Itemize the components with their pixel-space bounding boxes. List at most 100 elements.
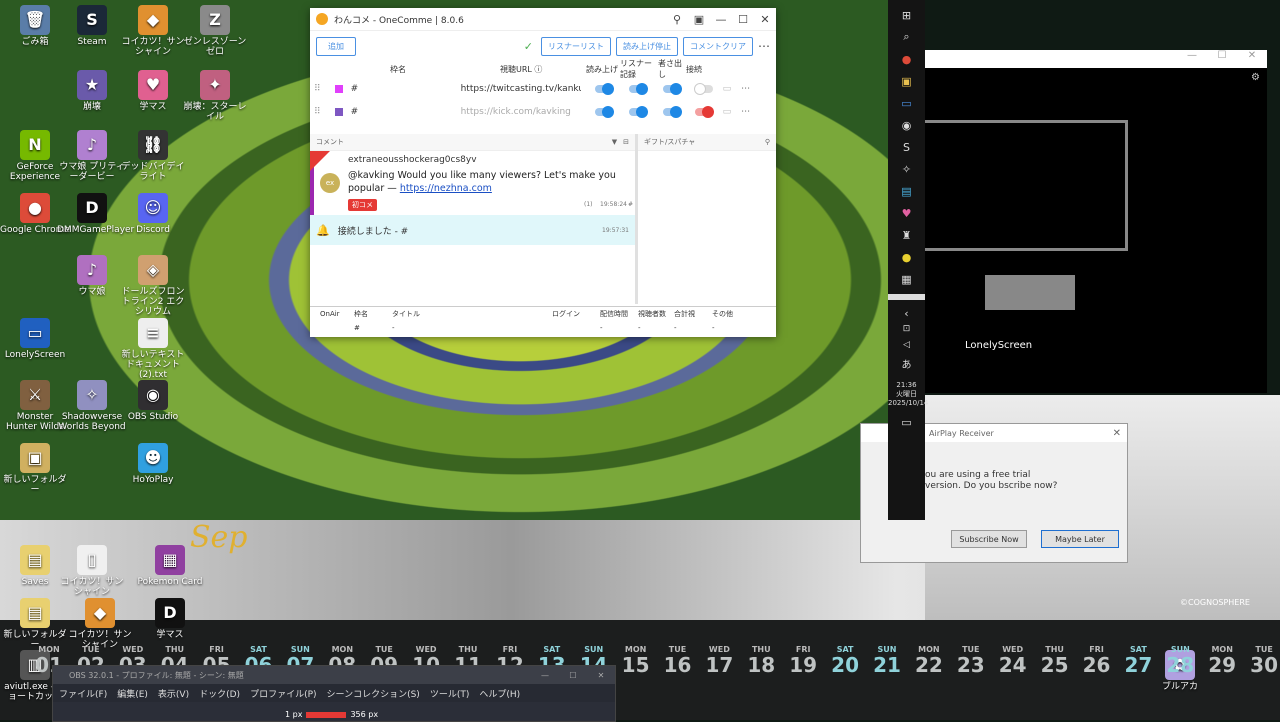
scroll-bar[interactable]: [888, 294, 925, 300]
onecomme-icon[interactable]: ●: [900, 250, 914, 264]
service-row[interactable]: ⠿ # https://kick.com/kavking ▭ ⋯: [310, 100, 776, 123]
volume-icon[interactable]: ◁: [900, 338, 914, 352]
obs-menu-item[interactable]: 表示(V): [158, 687, 189, 700]
obs-menu-item[interactable]: ドック(D): [199, 687, 240, 700]
notification-icon[interactable]: ▭: [900, 415, 914, 429]
drag-handle-icon[interactable]: ⠿: [314, 84, 321, 94]
desktop-icon[interactable]: ▦ Pokemon Card: [135, 545, 205, 587]
service-color[interactable]: [334, 84, 343, 93]
start-icon[interactable]: ⊞: [900, 8, 914, 22]
listener-toggle[interactable]: [628, 82, 648, 95]
obs-menu-item[interactable]: 編集(E): [117, 687, 148, 700]
desktop-icon[interactable]: ✧ Shadowverse Worlds Beyond: [57, 380, 127, 432]
lonelyscreen-icon[interactable]: ▭: [900, 96, 914, 110]
obs-menu-item[interactable]: ツール(T): [430, 687, 470, 700]
desktop-icon[interactable]: ▤ 新しいフォルダー: [0, 598, 70, 650]
read-toggle[interactable]: [594, 105, 614, 118]
service-color[interactable]: [334, 107, 343, 116]
more-icon[interactable]: ⋯: [741, 107, 750, 117]
comment-toggle[interactable]: [662, 82, 682, 95]
subscribe-now-button[interactable]: Subscribe Now: [951, 530, 1027, 548]
search-icon[interactable]: ⌕: [900, 30, 914, 44]
comment-icon[interactable]: ▭: [723, 84, 732, 94]
steam-icon[interactable]: S: [900, 140, 914, 154]
desktop-icon[interactable]: ♥ 学マス: [118, 70, 188, 112]
desktop-icon[interactable]: ◉ OBS Studio: [118, 380, 188, 422]
maybe-later-button[interactable]: Maybe Later: [1041, 530, 1119, 548]
minimize-button[interactable]: —: [710, 13, 732, 26]
desktop-icon[interactable]: D 学マス: [135, 598, 205, 640]
image-icon[interactable]: ▦: [900, 272, 914, 286]
desktop-icon[interactable]: D DMMGamePlayer: [57, 193, 134, 235]
desktop-icon[interactable]: ▯ コイカツ！サンシャイン: [57, 545, 127, 597]
desktop-icon[interactable]: ≡ 新しいテキストドキュメント(2).txt: [118, 318, 188, 380]
service-row[interactable]: ⠿ # https://twitcasting.tv/kanku ▭ ⋯: [310, 77, 776, 100]
desktop-icon[interactable]: S Steam: [57, 5, 127, 47]
close-button[interactable]: ✕: [1113, 428, 1121, 439]
connect-toggle[interactable]: [693, 82, 713, 95]
desktop-icon[interactable]: ◈ ドールズフロントライン2 エクシリウム: [118, 255, 188, 317]
explorer-icon[interactable]: ▣: [900, 74, 914, 88]
close-button[interactable]: ✕: [587, 671, 615, 680]
comment-toggle[interactable]: [662, 105, 682, 118]
network-icon[interactable]: ⊡: [900, 322, 914, 336]
desktop-icon[interactable]: ♪ ウマ娘 プリティーダービー: [57, 130, 127, 182]
desktop-icon[interactable]: ▭ LonelyScreen: [0, 318, 70, 360]
connect-toggle[interactable]: [694, 105, 714, 118]
more-icon[interactable]: ⋯: [741, 84, 750, 94]
maximize-button[interactable]: ☐: [732, 13, 754, 26]
ime-indicator[interactable]: あ: [888, 356, 925, 371]
comment-user[interactable]: extraneousshockerag0cs8yv: [348, 155, 477, 165]
desktop-icon[interactable]: ♪ ウマ娘: [57, 255, 127, 297]
obs-menu-item[interactable]: シーンコレクション(S): [327, 687, 420, 700]
close-button[interactable]: ✕: [1237, 50, 1267, 68]
read-toggle[interactable]: [594, 82, 614, 95]
lips-icon[interactable]: ♥: [900, 206, 914, 220]
settings-icon[interactable]: ⚙: [1251, 72, 1260, 83]
obs-menu-item[interactable]: ヘルプ(H): [479, 687, 520, 700]
maximize-button[interactable]: ☐: [1207, 50, 1237, 68]
listener-toggle[interactable]: [628, 105, 648, 118]
service-url[interactable]: https://twitcasting.tv/kanku: [461, 84, 581, 94]
pin-icon[interactable]: ⚲: [765, 138, 770, 146]
clock-time[interactable]: 21:36: [888, 381, 925, 389]
desktop-icon[interactable]: ✦ 崩壊：スターレイル: [180, 70, 250, 122]
desktop-icon[interactable]: Z ゼンレスゾーンゼロ: [180, 5, 250, 57]
remote-icon[interactable]: ▤: [900, 184, 914, 198]
service-url[interactable]: https://kick.com/kavking: [461, 107, 581, 117]
comment-item[interactable]: ex extraneousshockerag0cs8yv @kavking Wo…: [310, 151, 635, 215]
layout-icon[interactable]: ⊟: [623, 138, 629, 146]
desktop-app-icon: ●: [20, 193, 50, 223]
desktop-icon[interactable]: ◆ コイカツ！サンシャイン: [118, 5, 188, 57]
obs-menu-item[interactable]: ファイル(F): [59, 687, 107, 700]
calendar-day: MON 29: [1201, 645, 1243, 676]
stop-reading-button[interactable]: 読み上げ停止: [616, 36, 678, 56]
chevron-left-icon[interactable]: ‹: [900, 306, 914, 320]
broadcast-row[interactable]: # - - - - -: [310, 321, 776, 335]
drag-handle-icon[interactable]: ⠿: [314, 107, 321, 117]
desktop-icon[interactable]: ⛓ デッドバイデイライト: [118, 130, 188, 182]
comment-link[interactable]: https://nezhna.com: [400, 183, 492, 194]
minimize-button[interactable]: —: [531, 671, 559, 680]
game-icon[interactable]: ♜: [900, 228, 914, 242]
minimize-button[interactable]: —: [1177, 50, 1207, 68]
filter-icon[interactable]: ▼: [612, 138, 617, 146]
pip-icon[interactable]: ▣: [688, 13, 710, 26]
maximize-button[interactable]: ☐: [559, 671, 587, 680]
app-icon[interactable]: ✧: [900, 162, 914, 176]
close-button[interactable]: ✕: [754, 13, 776, 26]
desktop-icon[interactable]: ☺ Discord: [118, 193, 188, 235]
obs-icon[interactable]: ◉: [900, 118, 914, 132]
add-button[interactable]: 追加: [316, 36, 356, 56]
pin-icon[interactable]: ⚲: [666, 13, 688, 26]
desktop-icon[interactable]: ▣ 新しいフォルダー: [0, 443, 70, 495]
more-menu-icon[interactable]: ⋯: [758, 39, 770, 53]
desktop-icon[interactable]: ☻ HoYoPlay: [118, 443, 188, 485]
clear-comments-button[interactable]: コメントクリア: [683, 36, 753, 56]
obs-menu-item[interactable]: プロファイル(P): [250, 687, 316, 700]
chrome-icon[interactable]: ●: [900, 52, 914, 66]
listener-list-button[interactable]: リスナーリスト: [541, 36, 611, 56]
desktop-icon[interactable]: ◆ コイカツ！サンシャイン: [65, 598, 135, 650]
desktop-icon[interactable]: ★ 崩壊: [57, 70, 127, 112]
comment-icon[interactable]: ▭: [723, 107, 732, 117]
